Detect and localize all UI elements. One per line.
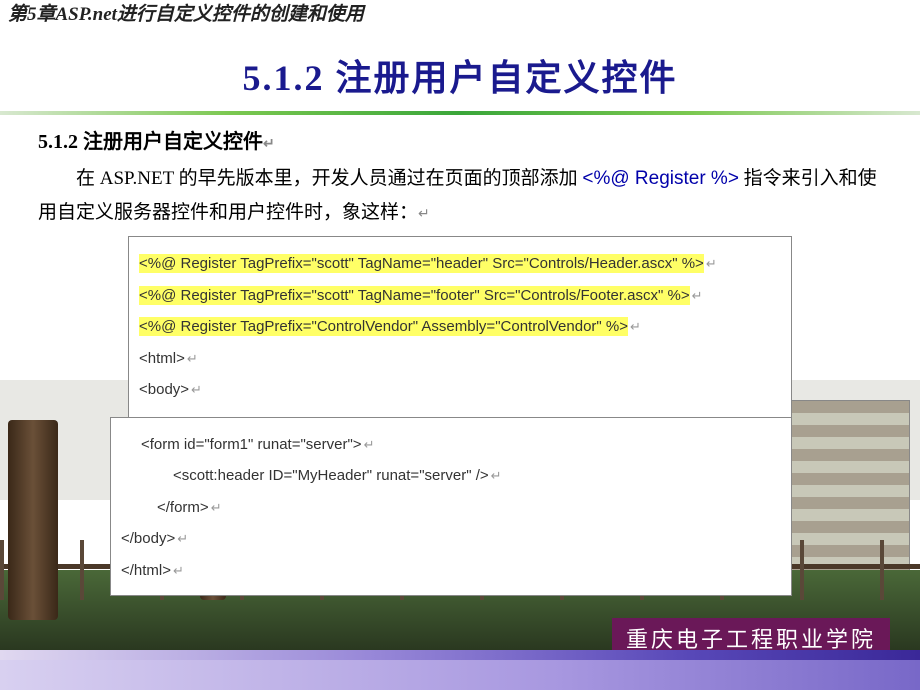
code-line: <scott:header ID="MyHeader" runat="serve… [121, 463, 781, 489]
intro-paragraph: 在 ASP.NET 的早先版本里，开发人员通过在页面的顶部添加 <%@ Regi… [38, 162, 882, 230]
line-break-icon: ↵ [211, 500, 222, 515]
highlighted-code: <%@ Register TagPrefix="ControlVendor" A… [139, 317, 628, 336]
footer-band [0, 660, 920, 690]
code-line: </body>↵ [121, 526, 781, 552]
footer-gradient [0, 650, 920, 660]
code-line: <body>↵ [139, 377, 781, 403]
header-underline [0, 111, 920, 115]
code-text: </form> [157, 499, 209, 516]
footer-bar [0, 650, 920, 690]
line-break-icon: ↵ [173, 563, 184, 578]
line-break-icon: ↵ [364, 437, 375, 452]
code-block-top: <%@ Register TagPrefix="scott" TagName="… [128, 236, 792, 418]
highlighted-code: <%@ Register TagPrefix="scott" TagName="… [139, 286, 690, 305]
line-break-icon: ↵ [630, 319, 641, 334]
subsection-title-text: 5.1.2 注册用户自定义控件 [38, 131, 263, 153]
paragraph-text-pre: 在 ASP.NET 的早先版本里，开发人员通过在页面的顶部添加 [76, 168, 582, 189]
line-break-icon: ↵ [177, 531, 188, 546]
line-break-icon: ↵ [692, 288, 703, 303]
code-line: <%@ Register TagPrefix="scott" TagName="… [139, 251, 781, 277]
paragraph-mark-icon: ↵ [418, 207, 430, 222]
code-line: </html>↵ [121, 558, 781, 584]
line-break-icon: ↵ [706, 256, 717, 271]
code-block-bottom: <form id="form1" runat="server">↵ <scott… [110, 417, 792, 597]
highlighted-code: <%@ Register TagPrefix="scott" TagName="… [139, 254, 704, 273]
code-line: <%@ Register TagPrefix="ControlVendor" A… [139, 314, 781, 340]
code-line: <html>↵ [139, 346, 781, 372]
line-break-icon: ↵ [191, 382, 202, 397]
register-directive: <%@ Register %> [582, 168, 739, 189]
code-text: <scott:header ID="MyHeader" runat="serve… [173, 467, 489, 484]
paragraph-mark-icon: ↵ [263, 137, 275, 152]
subsection-title: 5.1.2 注册用户自定义控件↵ [38, 125, 882, 154]
chapter-title: 第5章ASP.net进行自定义控件的创建和使用 [0, 0, 920, 31]
code-text: </body> [121, 530, 175, 547]
code-text: <html> [139, 350, 185, 367]
code-text: <form id="form1" runat="server"> [141, 436, 362, 453]
code-line: <form id="form1" runat="server">↵ [121, 432, 781, 458]
code-line: <%@ Register TagPrefix="scott" TagName="… [139, 283, 781, 309]
line-break-icon: ↵ [491, 468, 502, 483]
line-break-icon: ↵ [187, 351, 198, 366]
code-text: <body> [139, 381, 189, 398]
code-text: </html> [121, 562, 171, 579]
section-header: 5.1.2 注册用户自定义控件 [0, 31, 920, 111]
code-line: </form>↵ [121, 495, 781, 521]
content-body: 5.1.2 注册用户自定义控件↵ 在 ASP.NET 的早先版本里，开发人员通过… [0, 125, 920, 596]
